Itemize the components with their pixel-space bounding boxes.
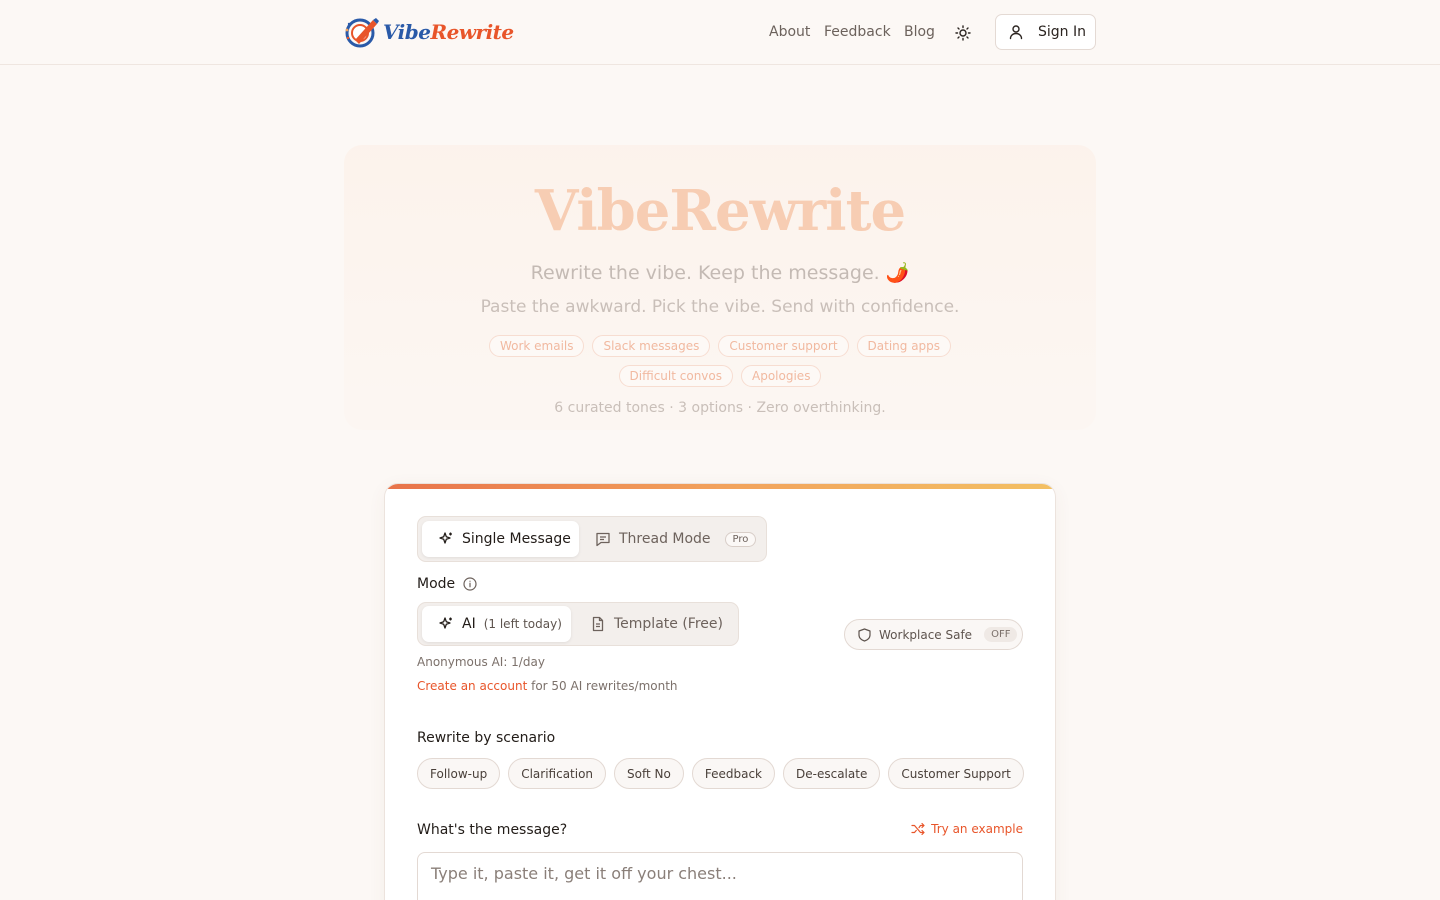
create-account-link[interactable]: Create an account [417, 679, 527, 693]
nav-about-link[interactable]: About [769, 24, 810, 40]
mode-label-text: Mode [417, 576, 456, 592]
hero-tagline: Paste the awkward. Pick the vibe. Send w… [480, 297, 960, 317]
try-example-button[interactable]: Try an example [911, 822, 1023, 836]
logo-text-rewrite: Rewrite [430, 20, 514, 44]
sparkle-icon [439, 617, 452, 629]
logo[interactable]: VibeRewrite [343, 14, 514, 50]
rewrite-card: Single Message Thread Mode Pro Mode AI (… [384, 483, 1056, 900]
mode-ai-label: AI [462, 616, 476, 632]
hero-tag: Work emails [488, 335, 585, 357]
scenario-chip-clarification[interactable]: Clarification [508, 758, 607, 789]
tab-single-message[interactable]: Single Message [422, 521, 579, 557]
scenario-chip-soft-no[interactable]: Soft No [614, 758, 684, 789]
scenario-chip-customer-support[interactable]: Customer Support [888, 758, 1024, 789]
ai-quota-text: (1 left today) [483, 617, 562, 631]
mode-template-button[interactable]: Template (Free) [590, 606, 736, 642]
create-account-note: Create an account for 50 AI rewrites/mon… [417, 679, 678, 693]
logo-text-vibe: Vibe [383, 20, 431, 44]
hero-tags-row-1: Work emails Slack messages Customer supp… [480, 335, 960, 357]
tab-thread-mode[interactable]: Thread Mode Pro [595, 521, 763, 557]
scenario-label: Rewrite by scenario [417, 730, 556, 746]
sun-icon [955, 25, 971, 41]
logo-pencil-icon [345, 18, 379, 48]
shield-icon [858, 627, 871, 642]
try-example-label: Try an example [931, 822, 1023, 836]
hero-title: VibeRewrite [534, 178, 906, 244]
message-placeholder: Type it, paste it, get it off your chest… [431, 864, 737, 883]
mode-toggle: AI (1 left today) Template (Free) [417, 602, 739, 646]
message-icon [596, 532, 610, 547]
message-input[interactable]: Type it, paste it, get it off your chest… [417, 852, 1023, 900]
nav-blog-link[interactable]: Blog [904, 24, 935, 40]
workplace-safe-label: Workplace Safe [879, 627, 973, 642]
hero-tags-row-2: Difficult convos Apologies [480, 365, 960, 387]
message-label: What's the message? [417, 822, 568, 838]
pro-badge: Pro [724, 531, 757, 547]
scenario-chip-follow-up[interactable]: Follow-up [417, 758, 501, 789]
tab-thread-label: Thread Mode [619, 531, 711, 547]
info-icon[interactable] [463, 577, 477, 591]
tab-single-label: Single Message [462, 531, 571, 547]
sparkle-icon [439, 532, 452, 544]
logo-text: VibeRewrite [383, 20, 514, 44]
scenario-chip-feedback[interactable]: Feedback [691, 758, 776, 789]
top-bar: VibeRewrite About Feedback Blog Sign In [0, 0, 1440, 65]
anonymous-quota-note: Anonymous AI: 1/day [417, 655, 545, 669]
mode-label: Mode [417, 576, 477, 592]
theme-toggle-button[interactable] [950, 20, 976, 46]
hero-subtitle: Rewrite the vibe. Keep the message. 🌶️ [530, 262, 910, 284]
create-account-suffix: for 50 AI rewrites/month [527, 679, 678, 693]
mode-template-label: Template (Free) [614, 616, 723, 632]
hero-tag: Slack messages [592, 335, 711, 357]
message-mode-tabs: Single Message Thread Mode Pro [417, 516, 767, 562]
card-accent-bar [385, 484, 1055, 489]
shuffle-icon [911, 822, 925, 836]
hero-tag: Dating apps [856, 335, 952, 357]
sign-in-label: Sign In [1038, 24, 1086, 40]
scenario-chips: Follow-up Clarification Soft No Feedback… [417, 758, 1024, 789]
nav-feedback-link[interactable]: Feedback [824, 24, 891, 40]
workplace-safe-toggle[interactable]: Workplace Safe OFF [844, 619, 1023, 650]
hero-tag: Customer support [718, 335, 849, 357]
scenario-chip-de-escalate[interactable]: De-escalate [783, 758, 881, 789]
hero-footer-text: 6 curated tones · 3 options · Zero overt… [554, 400, 886, 416]
sign-in-button[interactable]: Sign In [995, 14, 1096, 50]
user-icon [1009, 25, 1023, 40]
document-icon [592, 616, 604, 632]
workplace-safe-state: OFF [984, 627, 1018, 642]
hero-tag: Difficult convos [618, 365, 734, 387]
hero-tag: Apologies [741, 365, 822, 387]
mode-ai-button[interactable]: AI (1 left today) [422, 606, 571, 642]
